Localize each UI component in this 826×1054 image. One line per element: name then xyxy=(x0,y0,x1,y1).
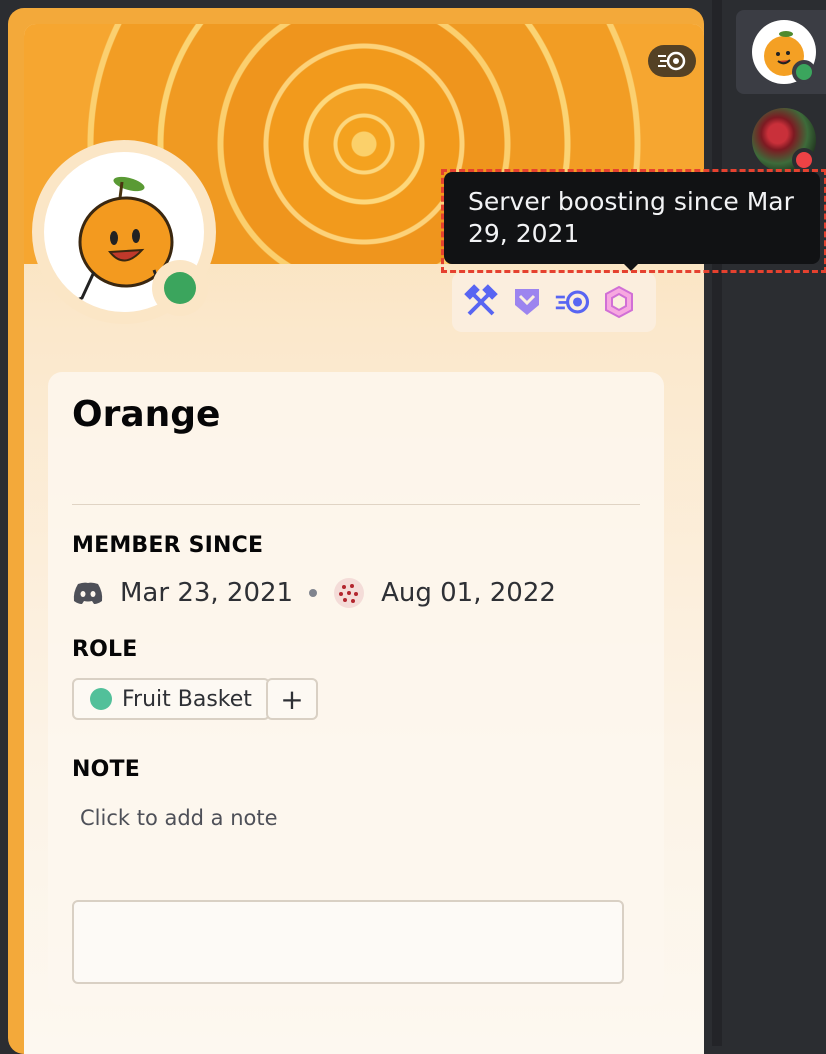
online-status-icon xyxy=(164,272,196,304)
nitro-badge-icon[interactable] xyxy=(600,283,638,321)
role-name: Fruit Basket xyxy=(122,686,252,712)
server-icon xyxy=(333,577,365,609)
online-status-icon xyxy=(792,60,816,84)
dnd-status-icon xyxy=(792,148,816,172)
discord-join-date: Mar 23, 2021 xyxy=(120,578,294,608)
badge-list xyxy=(452,272,656,332)
divider xyxy=(72,504,640,505)
hypesquad-badge-icon[interactable] xyxy=(508,283,546,321)
server-join-date: Aug 01, 2022 xyxy=(381,578,556,608)
tooltip-text: Server boosting since Mar 29, 2021 xyxy=(468,187,794,248)
discord-icon xyxy=(72,577,104,609)
boost-tooltip: Server boosting since Mar 29, 2021 xyxy=(444,172,820,264)
member-since-title: MEMBER SINCE xyxy=(72,533,264,558)
server-boost-badge-icon[interactable] xyxy=(554,283,592,321)
separator-dot xyxy=(309,589,318,597)
hammer-badge-icon[interactable] xyxy=(462,283,500,321)
role-color-dot xyxy=(90,688,112,710)
username: Orange xyxy=(72,394,221,435)
divider-strip xyxy=(712,0,722,1046)
role-chip[interactable]: Fruit Basket xyxy=(72,678,270,720)
message-input[interactable] xyxy=(72,900,624,984)
note-input[interactable]: Click to add a note xyxy=(80,806,278,830)
note-title: NOTE xyxy=(72,757,140,782)
role-title: ROLE xyxy=(72,637,138,662)
tooltip-arrow xyxy=(622,262,640,271)
member-since-row: Mar 23, 2021 Aug 01, 2022 xyxy=(72,574,556,612)
add-role-button[interactable]: + xyxy=(266,678,318,720)
server-boost-icon[interactable] xyxy=(648,45,696,77)
